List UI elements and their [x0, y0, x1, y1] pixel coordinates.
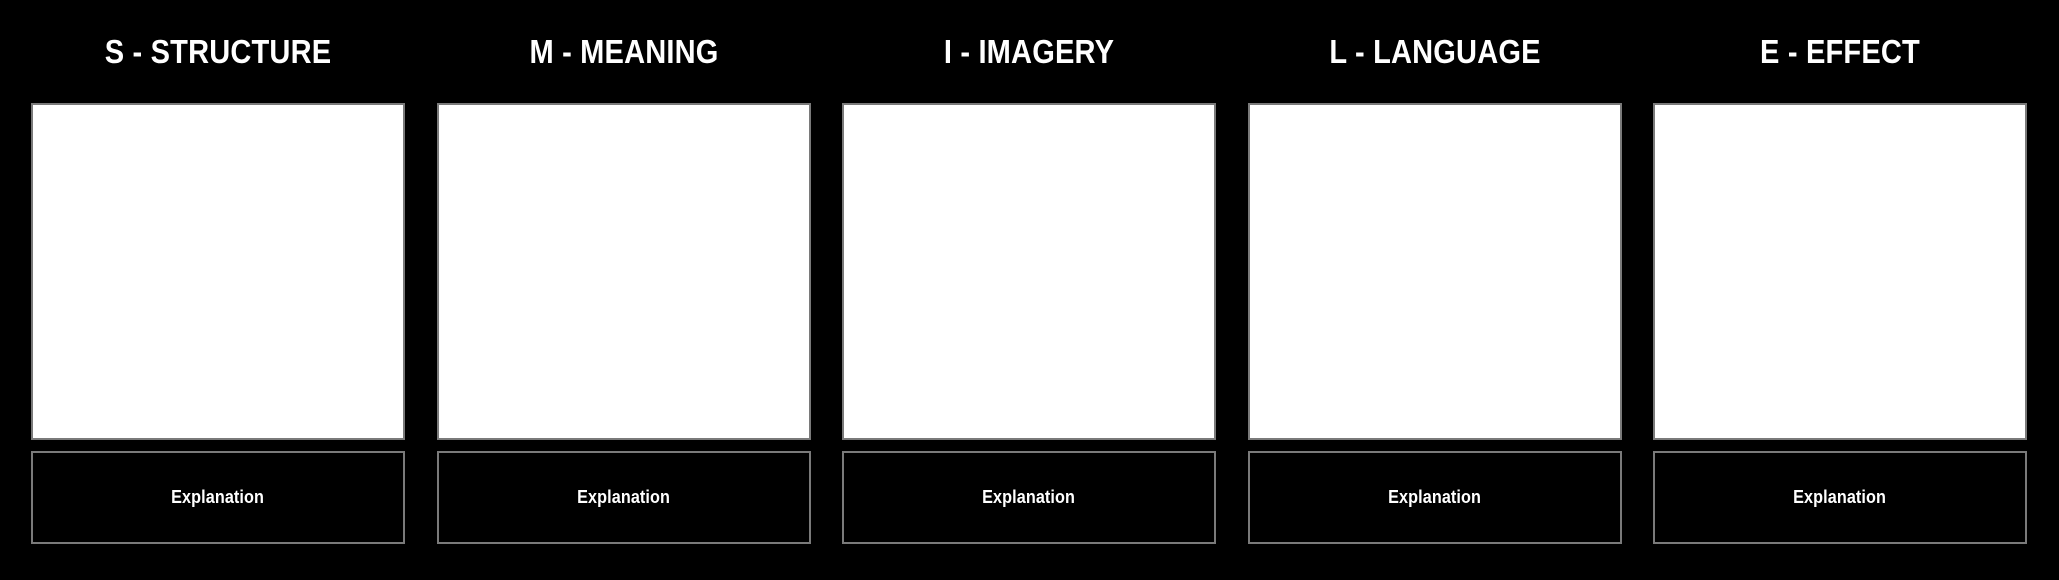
explanation-cell-language[interactable]: Explanation [1247, 451, 1622, 544]
storyboard-column-imagery: I - IMAGERY Explanation [842, 0, 1216, 544]
storyboard-column-structure: S - STRUCTURE Explanation [31, 0, 405, 544]
column-title-structure: S - STRUCTURE [104, 33, 332, 70]
image-cell-content-effect[interactable] [1655, 105, 2025, 438]
image-cell-content-language[interactable] [1249, 105, 1620, 438]
cell-spacer [1653, 440, 2027, 451]
image-cell-content-imagery[interactable] [844, 105, 1214, 438]
image-cell-structure[interactable] [31, 103, 405, 440]
column-title-effect: E - EFFECT [1760, 33, 1920, 70]
image-cell-effect[interactable] [1653, 103, 2027, 440]
storyboard-column-effect: E - EFFECT Explanation [1653, 0, 2027, 544]
explanation-cell-structure[interactable]: Explanation [31, 451, 405, 544]
explanation-label-effect: Explanation [1793, 487, 1887, 507]
image-cell-meaning[interactable] [436, 103, 811, 440]
cell-spacer [437, 440, 811, 451]
column-title-meaning: M - MEANING [528, 33, 719, 70]
storyboard-root: S - STRUCTURE Explanation M - MEANING Ex… [0, 0, 2059, 580]
cell-spacer [842, 440, 1216, 451]
column-title-language: L - LANGUAGE [1328, 33, 1541, 70]
explanation-cell-effect[interactable]: Explanation [1653, 451, 2027, 544]
explanation-cell-meaning[interactable]: Explanation [436, 451, 811, 544]
storyboard-column-meaning: M - MEANING Explanation [436, 0, 811, 544]
cell-spacer [1248, 440, 1622, 451]
explanation-label-language: Explanation [1388, 487, 1481, 507]
image-cell-content-structure[interactable] [33, 105, 403, 438]
storyboard-grid: S - STRUCTURE Explanation M - MEANING Ex… [31, 0, 2027, 580]
image-cell-imagery[interactable] [842, 103, 1216, 440]
explanation-label-structure: Explanation [171, 487, 265, 507]
explanation-cell-imagery[interactable]: Explanation [842, 451, 1216, 544]
image-cell-language[interactable] [1247, 103, 1622, 440]
explanation-label-meaning: Explanation [577, 487, 670, 507]
column-title-imagery: I - IMAGERY [943, 33, 1115, 70]
image-cell-content-meaning[interactable] [438, 105, 809, 438]
explanation-label-imagery: Explanation [982, 487, 1076, 507]
storyboard-column-language: L - LANGUAGE Explanation [1247, 0, 1622, 544]
cell-spacer [31, 440, 405, 451]
